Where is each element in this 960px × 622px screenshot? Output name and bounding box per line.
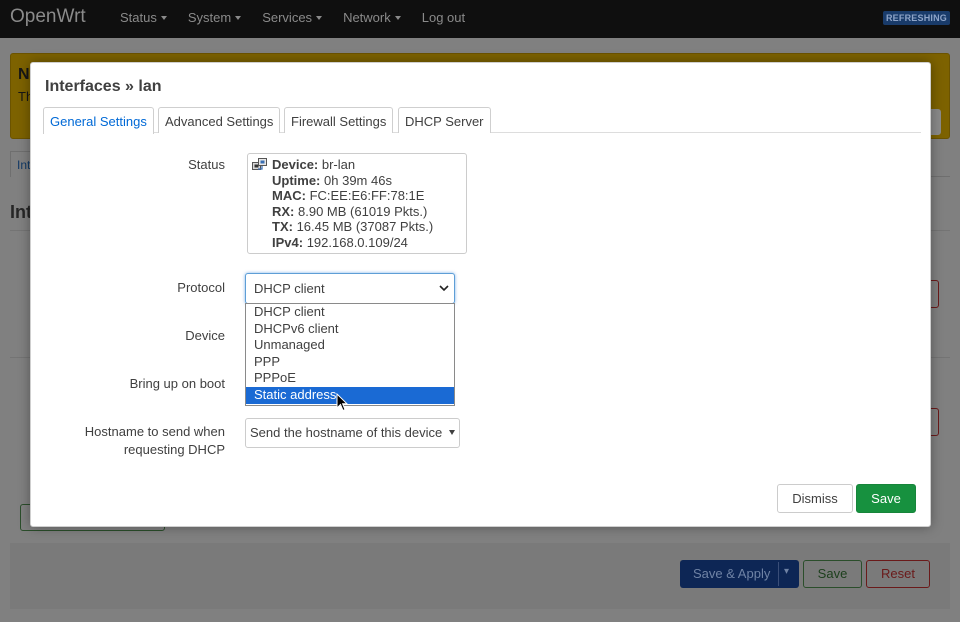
status-tx: TX: 16.45 MB (37087 Pkts.) (272, 219, 433, 235)
status-uptime-value: 0h 39m 46s (324, 172, 392, 188)
modal-tabs: General Settings Advanced Settings Firew… (43, 107, 921, 134)
status-box: Device: br-lan Uptime: 0h 39m 46s MAC: F… (247, 153, 467, 254)
status-rx-value: 8.90 MB (61019 Pkts.) (298, 203, 428, 219)
protocol-option-dhcp-client[interactable]: DHCP client (246, 304, 454, 321)
protocol-option-unmanaged[interactable]: Unmanaged (246, 337, 454, 354)
background-save-button: Save (803, 560, 862, 588)
hostname-label-line2: requesting DHCP (123, 442, 225, 457)
hostname-label: Hostname to send when requesting DHCP (31, 423, 225, 459)
hostname-select[interactable]: Send the hostname of this device (245, 418, 460, 448)
protocol-dropdown-list: DHCP client DHCPv6 client Unmanaged PPP … (245, 303, 455, 406)
protocol-option-dhcpv6-client[interactable]: DHCPv6 client (246, 321, 454, 338)
brand-logo[interactable]: OpenWrt (10, 6, 86, 28)
status-ipv4: IPv4: 192.168.0.109/24 (272, 235, 433, 251)
main-menu: Status System Services Network Log out (120, 10, 486, 25)
caret-down-icon (394, 15, 401, 20)
hostname-select-value: Send the hostname of this device (250, 425, 443, 440)
menu-services[interactable]: Services (262, 10, 323, 25)
tab-dhcp-server[interactable]: DHCP Server (398, 107, 491, 133)
protocol-label: Protocol (177, 280, 225, 295)
menu-network[interactable]: Network (343, 10, 401, 25)
menu-system[interactable]: System (187, 10, 242, 25)
status-uptime: Uptime: 0h 39m 46s (272, 173, 433, 189)
menu-services-label: Services (262, 10, 313, 25)
caret-down-icon (316, 15, 323, 20)
caret-down-icon (160, 15, 167, 20)
protocol-select[interactable]: DHCP client (245, 273, 455, 304)
bring-up-on-boot-label: Bring up on boot (129, 376, 225, 391)
modal-title: Interfaces » lan (45, 78, 162, 95)
tab-advanced-settings[interactable]: Advanced Settings (158, 107, 281, 133)
save-apply-label: Save & Apply (693, 566, 771, 581)
protocol-option-pppoe[interactable]: PPPoE (246, 370, 454, 387)
status-mac-value: FC:EE:E6:FF:78:1E (309, 188, 425, 204)
ethernet-ports-icon (252, 158, 267, 170)
tab-general-settings[interactable]: General Settings (43, 107, 154, 134)
status-tx-value: 16.45 MB (37087 Pkts.) (296, 219, 434, 235)
menu-status-label: Status (120, 10, 157, 25)
caret-down-icon (235, 15, 242, 20)
status-rx: RX: 8.90 MB (61019 Pkts.) (272, 204, 433, 220)
background-reset-button: Reset (866, 560, 930, 588)
refreshing-badge[interactable]: REFRESHING (882, 11, 950, 25)
dropdown-arrow-icon: ▾ (784, 566, 790, 577)
status-mac-key: MAC: (272, 188, 306, 204)
chevron-down-icon (439, 285, 449, 292)
status-ipv4-key: IPv4: (272, 234, 304, 250)
status-device: Device: br-lan (272, 157, 433, 173)
save-button[interactable]: Save (856, 484, 916, 513)
top-navbar: OpenWrt Status System Services Network L… (0, 0, 960, 38)
protocol-option-static-address[interactable]: Static address (246, 386, 454, 404)
menu-status[interactable]: Status (120, 10, 167, 25)
status-tx-key: TX: (272, 219, 293, 235)
status-rx-key: RX: (272, 203, 295, 219)
status-uptime-key: Uptime: (272, 172, 321, 188)
status-details: Device: br-lan Uptime: 0h 39m 46s MAC: F… (272, 157, 433, 251)
status-ipv4-value: 192.168.0.109/24 (306, 234, 408, 250)
hostname-label-line1: Hostname to send when (84, 424, 225, 439)
tab-firewall-settings[interactable]: Firewall Settings (284, 107, 394, 133)
alert-title: N (18, 66, 30, 83)
status-mac: MAC: FC:EE:E6:FF:78:1E (272, 188, 433, 204)
dismiss-button[interactable]: Dismiss (777, 484, 853, 513)
protocol-option-ppp[interactable]: PPP (246, 354, 454, 371)
menu-logout-label: Log out (421, 10, 466, 25)
menu-logout[interactable]: Log out (422, 10, 465, 25)
device-label: Device (185, 328, 225, 343)
menu-system-label: System (187, 10, 232, 25)
save-apply-separator (778, 562, 779, 586)
mouse-pointer-icon (336, 393, 348, 412)
background-heading: Int (10, 202, 32, 222)
caret-down-icon (449, 430, 455, 435)
save-apply-button: Save & Apply ▾ (680, 560, 799, 588)
protocol-select-value: DHCP client (254, 281, 325, 296)
status-device-key: Device: (272, 157, 319, 172)
menu-network-label: Network (343, 10, 391, 25)
status-device-value: br-lan (321, 157, 356, 172)
status-label: Status (188, 157, 225, 172)
interface-edit-modal: Interfaces » lan General Settings Advanc… (30, 62, 931, 527)
